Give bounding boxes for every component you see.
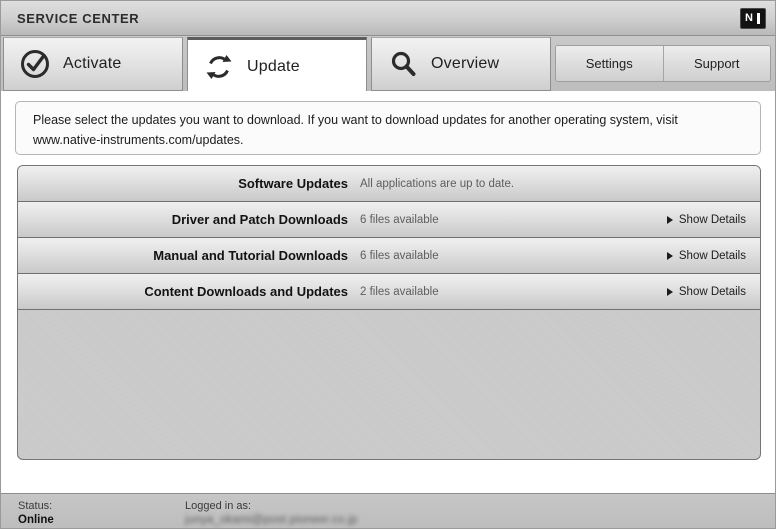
status-bar: Status: Online Logged in as: junya_okami… (1, 493, 775, 528)
content-area: Please select the updates you want to do… (1, 91, 775, 493)
status-caption: Status: (18, 500, 53, 512)
table-row[interactable]: Manual and Tutorial Downloads 6 files av… (18, 238, 760, 274)
ni-logo-letter: N (745, 12, 753, 24)
notice-line-1: Please select the updates you want to do… (33, 113, 678, 127)
chevron-right-icon (666, 251, 673, 260)
table-row[interactable]: Content Downloads and Updates 2 files av… (18, 274, 760, 310)
ni-logo-bar (757, 13, 760, 24)
row-title: Manual and Tutorial Downloads (153, 248, 348, 263)
row-title: Driver and Patch Downloads (171, 212, 348, 227)
update-list-panel: Software Updates All applications are up… (17, 165, 761, 460)
check-circle-icon (21, 50, 49, 78)
login-block: Logged in as: junya_okami@post.pioneer.c… (185, 499, 357, 528)
service-center-window: SERVICE CENTER N Activate Update Overvie… (0, 0, 776, 529)
magnifier-icon (391, 51, 416, 76)
table-row[interactable]: Driver and Patch Downloads 6 files avail… (18, 202, 760, 238)
tab-update-label: Update (247, 57, 300, 75)
support-button[interactable]: Support (662, 46, 770, 81)
chevron-right-icon (666, 215, 673, 224)
show-details-button[interactable]: Show Details (666, 213, 746, 226)
ni-logo-icon: N (740, 8, 766, 29)
row-status: 6 files available (360, 249, 439, 262)
page-title: SERVICE CENTER (17, 11, 140, 26)
aux-button-group: Settings Support (555, 45, 771, 82)
login-caption: Logged in as: (185, 500, 252, 512)
tab-overview[interactable]: Overview (371, 37, 551, 91)
status-block: Status: Online (18, 499, 54, 528)
show-details-button[interactable]: Show Details (666, 285, 746, 298)
chevron-right-icon (666, 287, 673, 296)
notice-box: Please select the updates you want to do… (15, 101, 761, 155)
tab-update[interactable]: Update (187, 37, 367, 93)
row-status: All applications are up to date. (360, 177, 515, 190)
show-details-button[interactable]: Show Details (666, 249, 746, 262)
show-details-label: Show Details (678, 285, 746, 298)
tab-activate[interactable]: Activate (3, 37, 183, 91)
row-title: Software Updates (238, 176, 348, 191)
show-details-label: Show Details (678, 249, 746, 262)
title-bar: SERVICE CENTER N (1, 1, 775, 36)
status-value: Online (18, 514, 54, 526)
login-value: junya_okami@post.pioneer.co.jp (185, 514, 358, 526)
show-details-label: Show Details (678, 213, 746, 226)
tab-overview-label: Overview (431, 55, 500, 72)
notice-line-2: www.native-instruments.com/updates. (33, 133, 244, 147)
tab-bar: Activate Update Overview Settings Suppor… (1, 36, 775, 93)
refresh-icon (206, 54, 232, 79)
tab-activate-label: Activate (63, 55, 122, 72)
table-row[interactable]: Software Updates All applications are up… (18, 166, 760, 202)
row-status: 6 files available (360, 213, 439, 226)
row-status: 2 files available (360, 285, 439, 298)
settings-button[interactable]: Settings (556, 46, 663, 81)
row-title: Content Downloads and Updates (144, 284, 348, 299)
